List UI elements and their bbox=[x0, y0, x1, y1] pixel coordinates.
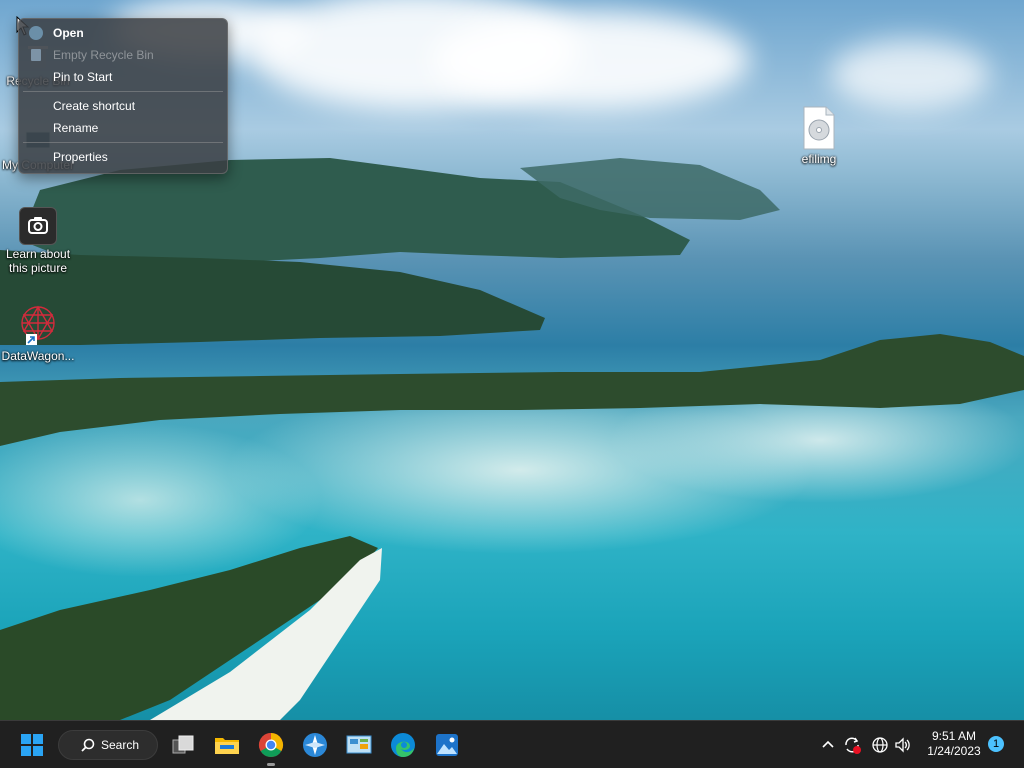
menu-separator bbox=[23, 142, 223, 143]
file-explorer-icon bbox=[215, 738, 239, 754]
camera-icon bbox=[19, 207, 57, 245]
desktop-icon-label: Learn about this picture bbox=[5, 247, 71, 275]
desktop-icon-learn-about-picture[interactable]: Learn about this picture bbox=[0, 207, 76, 275]
control-panel-icon bbox=[346, 735, 372, 754]
task-view-icon bbox=[172, 735, 194, 754]
chevron-up-icon[interactable] bbox=[821, 738, 835, 750]
menu-item-rename[interactable]: Rename bbox=[19, 117, 227, 139]
disc-image-file-icon bbox=[802, 106, 836, 150]
sync-alert-icon[interactable] bbox=[842, 735, 862, 755]
app-compass-icon bbox=[303, 733, 327, 757]
datawagon-shortcut-icon bbox=[16, 303, 60, 347]
chrome-icon bbox=[258, 733, 284, 758]
clock-time: 9:51 AM bbox=[931, 729, 977, 743]
menu-item-pin-to-start[interactable]: Pin to Start bbox=[19, 66, 227, 88]
menu-separator bbox=[23, 91, 223, 92]
menu-item-create-shortcut[interactable]: Create shortcut bbox=[19, 95, 227, 117]
desktop-icon-label: efilimg bbox=[801, 152, 837, 166]
task-view-button[interactable] bbox=[167, 729, 199, 761]
desktop-wallpaper: Recycle Bin My Computer Learn about this… bbox=[0, 0, 1024, 720]
network-globe-icon[interactable] bbox=[871, 736, 889, 754]
edge-icon bbox=[391, 733, 415, 757]
taskbar-app-compass[interactable] bbox=[299, 729, 331, 761]
menu-item-properties[interactable]: Properties bbox=[19, 146, 227, 168]
taskbar-app-chrome[interactable] bbox=[255, 729, 287, 766]
desktop-icon-datawagon[interactable]: DataWagon... bbox=[0, 303, 76, 363]
taskbar-app-file-explorer[interactable] bbox=[211, 729, 243, 761]
search-label: Search bbox=[101, 738, 140, 752]
desktop-icon-efilimg[interactable]: efilimg bbox=[781, 106, 857, 166]
volume-icon[interactable] bbox=[894, 736, 912, 754]
taskbar-app-photos[interactable] bbox=[431, 729, 463, 761]
menu-item-open[interactable]: Open bbox=[19, 22, 227, 44]
context-menu: Open Empty Recycle Bin Pin to Start Crea… bbox=[18, 18, 228, 174]
recycle-bin-icon bbox=[31, 49, 41, 61]
menu-item-icon bbox=[29, 26, 43, 40]
clock-date: 1/24/2023 bbox=[927, 744, 981, 758]
notification-badge[interactable]: 1 bbox=[988, 736, 1004, 752]
start-windows-icon bbox=[21, 734, 43, 756]
taskbar-app-control-panel[interactable] bbox=[343, 729, 375, 761]
start-button[interactable] bbox=[16, 729, 48, 761]
search-icon bbox=[81, 738, 95, 752]
taskbar-app-edge[interactable] bbox=[387, 729, 419, 761]
taskbar-search-button[interactable]: Search bbox=[58, 730, 158, 760]
taskbar: Search 9:51 AM 1/24/2023 1 bbox=[0, 720, 1024, 768]
running-indicator bbox=[267, 763, 275, 766]
clock[interactable]: 9:51 AM 1/24/2023 bbox=[918, 729, 990, 759]
desktop-icon-label: DataWagon... bbox=[1, 349, 75, 363]
photos-icon bbox=[436, 734, 458, 756]
menu-item-empty-recycle-bin: Empty Recycle Bin bbox=[19, 44, 227, 66]
